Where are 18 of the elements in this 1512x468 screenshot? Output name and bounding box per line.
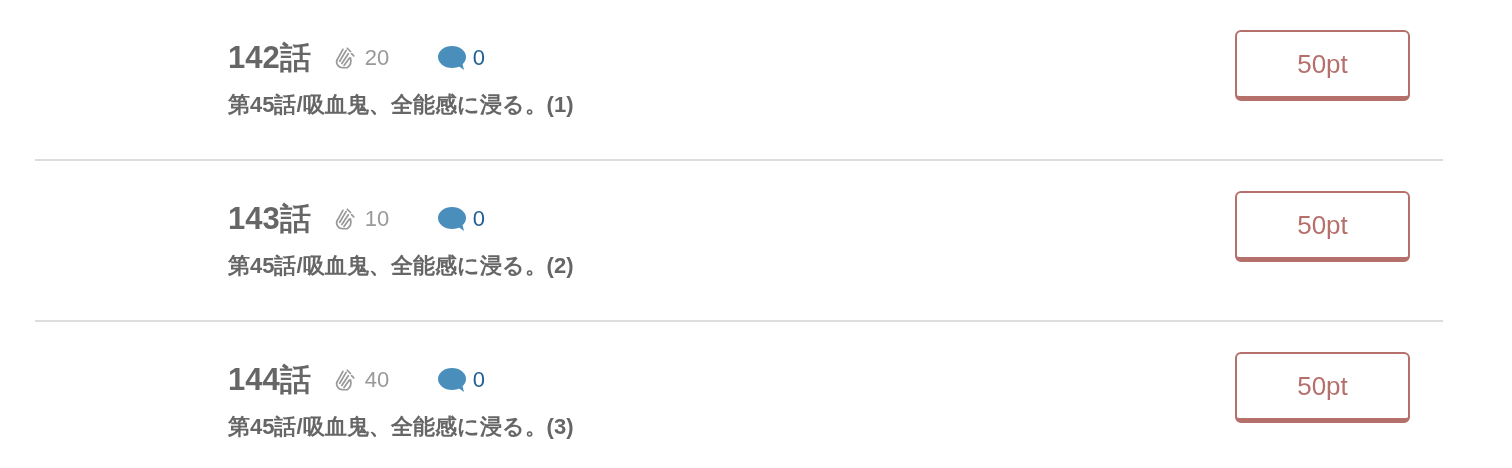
comment-count: 0	[472, 367, 485, 393]
episode-title: 第45話/吸血鬼、全能感に浸る。(3)	[228, 413, 574, 441]
episode-title: 第45話/吸血鬼、全能感に浸る。(2)	[228, 252, 574, 280]
speech-bubble-icon	[436, 367, 467, 393]
episode-number: 142話	[228, 39, 311, 77]
comment-count: 0	[472, 206, 485, 232]
price-button[interactable]: 50pt	[1235, 352, 1410, 423]
comment-count: 0	[472, 45, 485, 71]
price-button[interactable]: 50pt	[1235, 191, 1410, 262]
clap-count: 40	[364, 367, 391, 393]
episode-number: 143話	[228, 200, 311, 238]
episode-number: 144話	[228, 361, 311, 399]
clap-count: 20	[364, 45, 391, 71]
speech-bubble-icon	[436, 45, 467, 71]
clap-count: 10	[364, 206, 391, 232]
speech-bubble-icon	[436, 206, 467, 232]
price-button[interactable]: 50pt	[1235, 30, 1410, 101]
episode-title: 第45話/吸血鬼、全能感に浸る。(1)	[228, 91, 574, 119]
